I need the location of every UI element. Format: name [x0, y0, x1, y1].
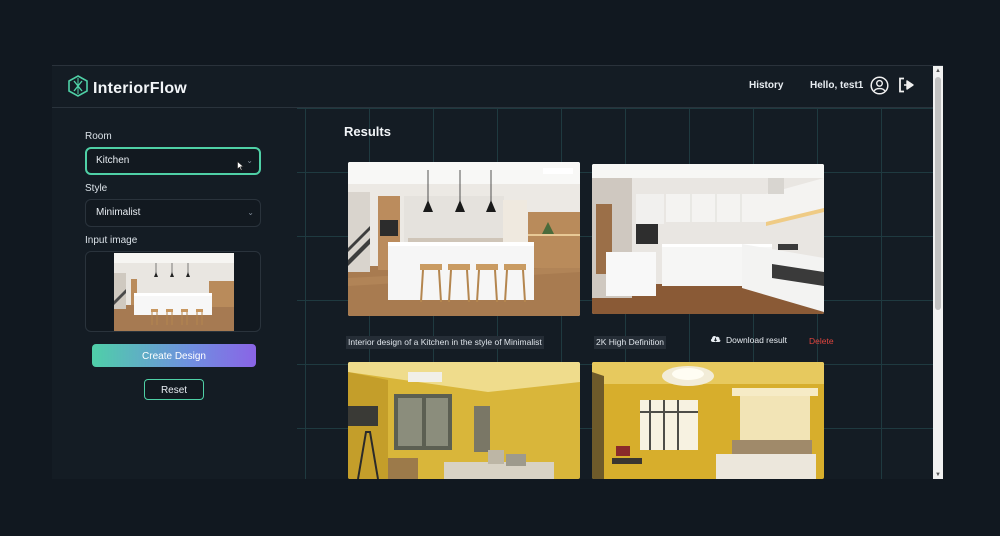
cloud-download-icon [710, 334, 721, 345]
design-form: Room Kitchen ⌄ Style Minimalist ⌄ Input … [52, 108, 297, 479]
page-scrollbar[interactable]: ▲ ▼ [933, 66, 943, 479]
input-image-preview [114, 253, 234, 331]
result-image-kitchen-1[interactable] [348, 162, 580, 316]
chevron-down-icon: ⌄ [247, 208, 254, 217]
cursor-icon [237, 157, 245, 181]
result-image-kitchen-2[interactable] [592, 164, 824, 314]
create-design-button[interactable]: Create Design [92, 344, 256, 367]
scroll-down-icon[interactable]: ▼ [935, 472, 941, 478]
input-image-label: Input image [85, 235, 138, 246]
style-select[interactable]: Minimalist ⌄ [85, 199, 261, 227]
delete-result-button[interactable]: Delete [809, 336, 834, 346]
scroll-up-icon[interactable]: ▲ [935, 68, 941, 74]
app-window: InteriorFlow History Hello, test1 Room K… [52, 65, 943, 479]
style-select-value: Minimalist [96, 207, 141, 218]
reset-button[interactable]: Reset [144, 379, 204, 400]
results-panel: Results Interior design of a Kitchen in … [297, 108, 933, 479]
logo[interactable]: InteriorFlow [67, 75, 187, 102]
download-result-label: Download result [726, 334, 787, 345]
result-image-bedroom-2[interactable] [592, 362, 824, 479]
style-label: Style [85, 183, 108, 194]
user-greeting: Hello, test1 [810, 80, 864, 91]
results-title: Results [344, 124, 391, 139]
chevron-down-icon: ⌄ [246, 156, 253, 165]
room-select-value: Kitchen [96, 155, 130, 166]
user-icon[interactable] [870, 76, 889, 100]
result-prompt: Interior design of a Kitchen in the styl… [346, 336, 544, 349]
download-result-button[interactable]: Download result [710, 334, 787, 345]
app-name: InteriorFlow [93, 79, 187, 97]
input-image-dropzone[interactable] [85, 251, 261, 332]
result-quality: 2K High Definition [594, 336, 667, 349]
scrollbar-thumb[interactable] [935, 77, 941, 310]
top-navbar: InteriorFlow History Hello, test1 [52, 66, 933, 108]
room-select[interactable]: Kitchen ⌄ [85, 147, 261, 175]
logo-icon [67, 75, 89, 102]
logout-icon[interactable] [898, 77, 915, 98]
history-link[interactable]: History [749, 80, 783, 91]
result-image-bedroom-1[interactable] [348, 362, 580, 479]
room-label: Room [85, 131, 112, 142]
